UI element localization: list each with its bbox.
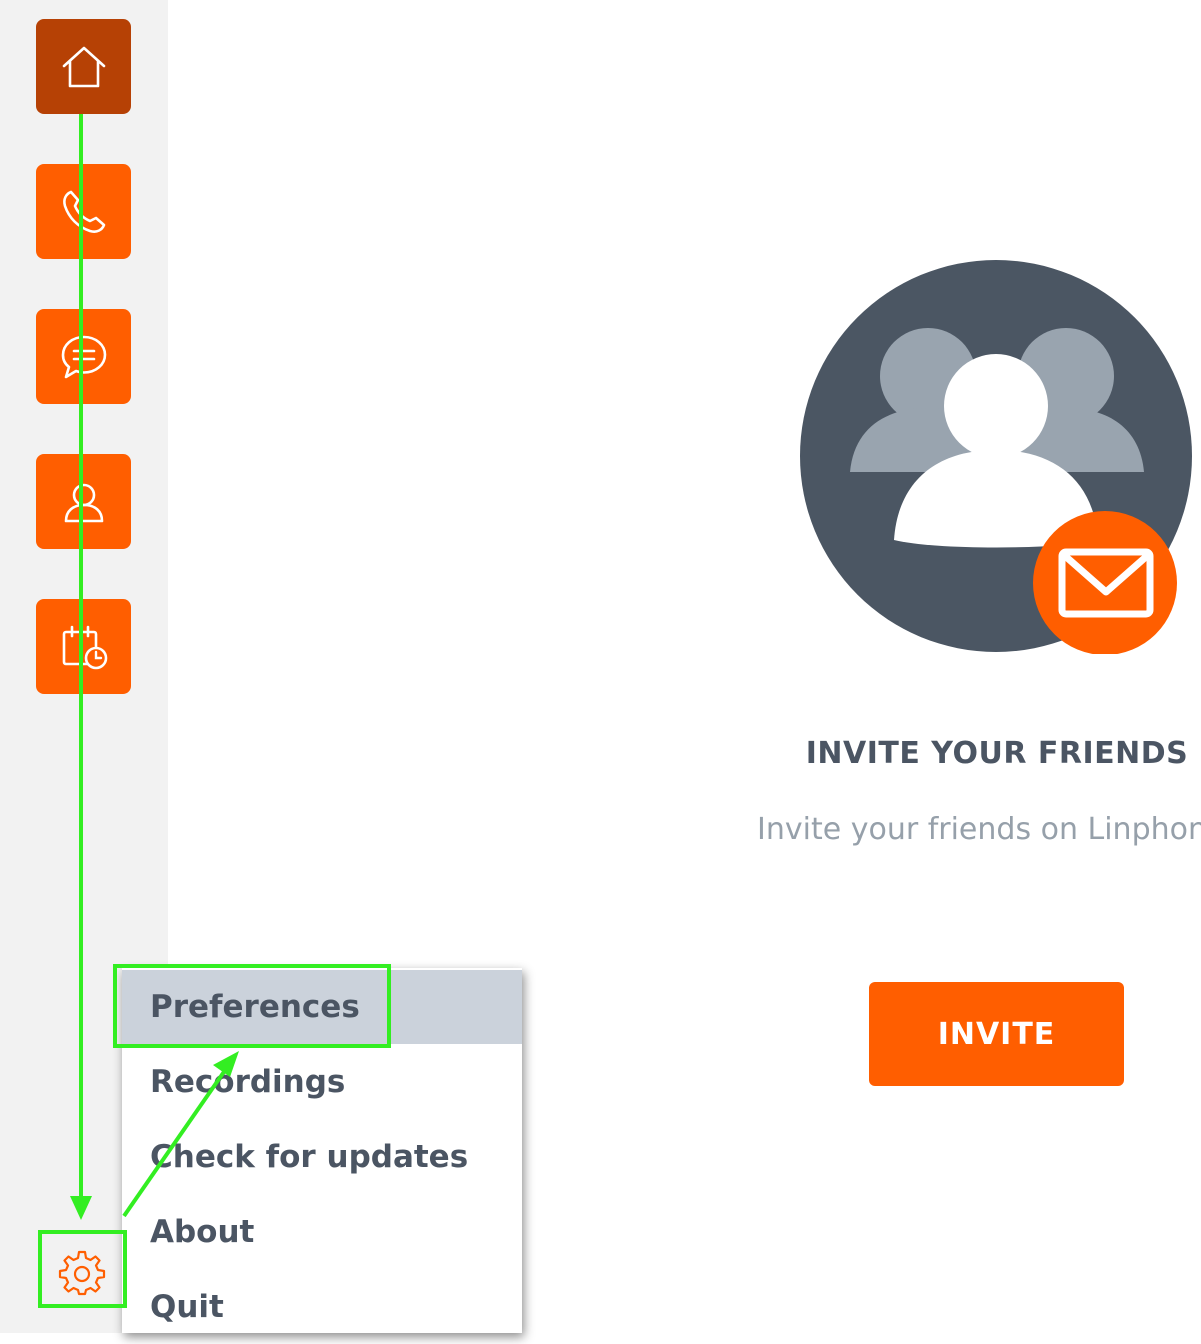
nav-chat-button[interactable] (36, 309, 131, 404)
person-icon (64, 483, 103, 522)
invite-illustration (800, 260, 1192, 654)
nav-home-button[interactable] (36, 19, 131, 114)
settings-button[interactable] (56, 1246, 108, 1298)
menu-item-about[interactable]: About (122, 1195, 522, 1269)
nav-contacts-button[interactable] (36, 454, 131, 549)
invite-subtitle: Invite your friends on Linphone (757, 812, 1201, 847)
nav-calls-button[interactable] (36, 164, 131, 259)
calendar-clock-icon (62, 625, 107, 669)
menu-item-check-updates[interactable]: Check for updates (122, 1120, 522, 1194)
nav-meetings-button[interactable] (36, 599, 131, 694)
menu-item-preferences[interactable]: Preferences (122, 970, 522, 1044)
settings-menu: Preferences Recordings Check for updates… (122, 968, 522, 1333)
menu-item-recordings[interactable]: Recordings (122, 1045, 522, 1119)
mail-badge (1033, 511, 1177, 654)
invite-title: INVITE YOUR FRIENDS (805, 736, 1189, 771)
phone-icon (62, 190, 105, 233)
invite-button[interactable]: INVITE (869, 982, 1124, 1086)
house-icon (62, 46, 105, 87)
gear-icon (58, 1250, 106, 1296)
chat-bubble-icon (61, 335, 106, 378)
